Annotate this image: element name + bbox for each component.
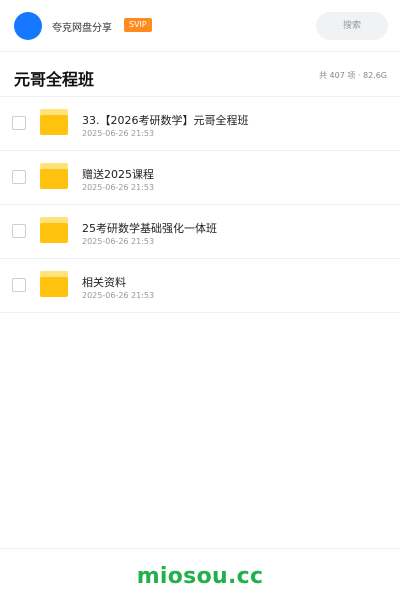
file-list: 33.【2026考研数学】元哥全程班 2025-06-26 21:53 赠送20… [0,97,400,313]
svip-badge: SVIP [124,18,152,32]
folder-icon [40,163,68,189]
item-date: 2025-06-26 21:53 [82,291,155,300]
item-name: 25考研数学基础强化一体班 [82,222,217,235]
item-checkbox[interactable] [12,224,26,238]
item-date: 2025-06-26 21:53 [82,183,155,192]
item-checkbox[interactable] [12,170,26,184]
item-checkbox[interactable] [12,278,26,292]
folder-summary: 共 407 项 · 82.6G [319,71,387,80]
folder-icon [40,109,68,135]
item-date: 2025-06-26 21:53 [82,237,155,246]
folder-icon [40,217,68,243]
footer: miosou.cc [0,548,400,600]
avatar[interactable] [14,12,42,40]
search-input[interactable]: 搜索 [316,12,388,40]
list-item[interactable]: 相关资料 2025-06-26 21:53 [0,259,400,313]
folder-header: 元哥全程班 共 407 项 · 82.6G [0,53,400,97]
list-item[interactable]: 25考研数学基础强化一体班 2025-06-26 21:53 [0,205,400,259]
list-item[interactable]: 赠送2025课程 2025-06-26 21:53 [0,151,400,205]
folder-title: 元哥全程班 [14,70,95,89]
user-name[interactable]: 夸克网盘分享 [52,19,112,34]
list-item[interactable]: 33.【2026考研数学】元哥全程班 2025-06-26 21:53 [0,97,400,151]
folder-icon [40,271,68,297]
item-name: 33.【2026考研数学】元哥全程班 [82,114,249,127]
item-date: 2025-06-26 21:53 [82,129,155,138]
item-name: 赠送2025课程 [82,168,154,181]
item-checkbox[interactable] [12,116,26,130]
item-name: 相关资料 [82,276,126,289]
site-watermark[interactable]: miosou.cc [0,564,400,589]
top-bar: 夸克网盘分享 SVIP 搜索 [0,0,400,52]
